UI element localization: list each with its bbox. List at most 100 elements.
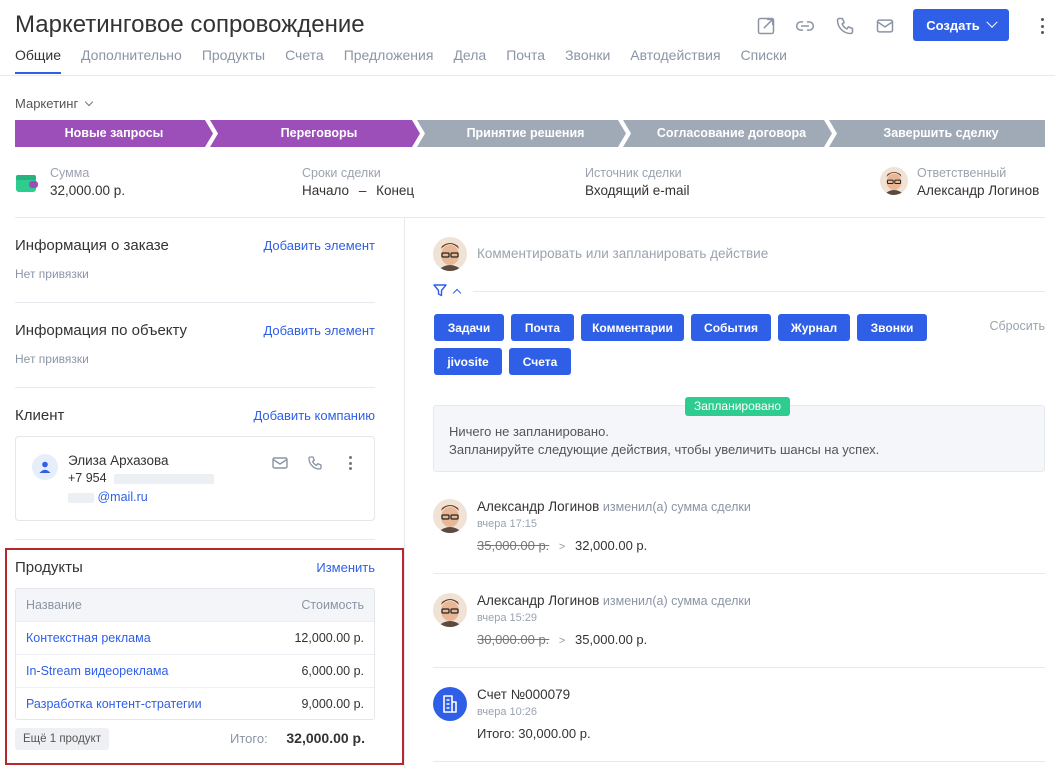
- info-divider: [15, 217, 1045, 218]
- chevron-up-icon[interactable]: [452, 288, 462, 298]
- tab-automation[interactable]: Автодействия: [630, 47, 720, 74]
- filter-events-button[interactable]: События: [691, 314, 771, 341]
- section-divider: [15, 302, 375, 303]
- client-phone-text: +7 954: [68, 471, 107, 485]
- mail-icon[interactable]: [873, 14, 897, 38]
- scheduled-line-2: Запланируйте следующие действия, чтобы у…: [449, 442, 880, 457]
- client-phone[interactable]: +7 954: [68, 471, 215, 485]
- client-name[interactable]: Элиза Архазова: [68, 453, 169, 468]
- invoice-time: вчера 10:26: [477, 706, 538, 718]
- filter-journal-button[interactable]: Журнал: [778, 314, 850, 341]
- page-title: Маркетинговое сопровождение: [15, 11, 365, 38]
- sum-label: Сумма: [50, 166, 90, 180]
- redacted-block: [68, 492, 94, 503]
- object-empty-text: Нет привязки: [15, 352, 89, 366]
- stage-contract[interactable]: Согласование договора: [631, 120, 832, 147]
- filter-mail-button[interactable]: Почта: [511, 314, 574, 341]
- event-time: вчера 17:15: [477, 518, 538, 530]
- event-old-value: 35,000.00 р.: [477, 538, 550, 553]
- event-old-value: 30,000.00 р.: [477, 632, 550, 647]
- link-icon[interactable]: [793, 14, 817, 38]
- tab-invoices[interactable]: Счета: [285, 47, 324, 74]
- product-price: 6,000.00 р.: [301, 664, 364, 678]
- order-add-element-link[interactable]: Добавить элемент: [263, 238, 375, 253]
- scheduled-message: Ничего не запланировано. Запланируйте сл…: [449, 423, 879, 459]
- sum-value[interactable]: 32,000.00 р.: [50, 183, 125, 198]
- client-card: Элиза Архазова +7 954 @mail.ru: [15, 436, 375, 521]
- filter-calls-button[interactable]: Звонки: [857, 314, 927, 341]
- mail-icon[interactable]: [272, 456, 288, 473]
- external-link-icon[interactable]: [754, 14, 778, 38]
- reset-filters-link[interactable]: Сбросить: [989, 319, 1045, 333]
- table-row: Контекстная реклама 12,000.00 р.: [16, 621, 374, 654]
- object-info-title: Информация по объекту: [15, 322, 188, 339]
- col-name-header: Название: [26, 598, 82, 612]
- chevron-down-icon: [84, 97, 94, 106]
- timeline-divider: [433, 667, 1045, 668]
- tab-calls[interactable]: Звонки: [565, 47, 610, 74]
- stage-new-requests[interactable]: Новые запросы: [15, 120, 213, 147]
- event-new-value: 32,000.00 р.: [574, 538, 648, 553]
- timeline-event: Александр Логинов изменил(а) сумма сделк…: [477, 593, 751, 608]
- products-title: Продукты: [15, 559, 83, 576]
- tab-tasks[interactable]: Дела: [453, 47, 486, 74]
- owner-value[interactable]: Александр Логинов: [917, 183, 1039, 198]
- filter-invoices-button[interactable]: Счета: [509, 348, 571, 375]
- product-name[interactable]: Разработка контент-стратегии: [26, 697, 202, 711]
- total-value: 32,000.00 р.: [286, 730, 365, 746]
- phone-icon[interactable]: [833, 14, 857, 38]
- terms-value[interactable]: Начало – Конец: [302, 183, 414, 198]
- owner-avatar[interactable]: [880, 167, 908, 195]
- section-divider: [15, 387, 375, 388]
- owner-label: Ответственный: [917, 166, 1007, 180]
- event-change: 35,000.00 р. > 32,000.00 р.: [477, 538, 647, 553]
- filter-tasks-button[interactable]: Задачи: [434, 314, 504, 341]
- filter-divider: [473, 291, 1045, 292]
- create-button[interactable]: Создать: [913, 9, 1009, 41]
- more-vertical-icon[interactable]: [348, 456, 352, 470]
- stage-close[interactable]: Завершить сделку: [837, 120, 1045, 147]
- user-avatar: [433, 237, 467, 271]
- terms-separator: –: [358, 183, 367, 198]
- object-add-element-link[interactable]: Добавить элемент: [263, 323, 375, 338]
- filter-jivosite-button[interactable]: jivosite: [434, 348, 502, 375]
- filter-comments-button[interactable]: Комментарии: [581, 314, 684, 341]
- invoice-title[interactable]: Счет №000079: [477, 687, 570, 702]
- product-name[interactable]: In-Stream видеореклама: [26, 664, 168, 678]
- product-name[interactable]: Контекстная реклама: [26, 631, 151, 645]
- terms-start[interactable]: Начало: [302, 183, 349, 198]
- filter-icon[interactable]: [433, 284, 447, 300]
- event-author[interactable]: Александр Логинов: [477, 593, 599, 608]
- tab-mail[interactable]: Почта: [506, 47, 545, 74]
- tab-offers[interactable]: Предложения: [344, 47, 434, 74]
- more-products-chip[interactable]: Ещё 1 продукт: [15, 728, 109, 750]
- stage-decision[interactable]: Принятие решения: [425, 120, 626, 147]
- add-company-link[interactable]: Добавить компанию: [253, 408, 375, 423]
- terms-end[interactable]: Конец: [376, 183, 414, 198]
- arrow-right-icon: >: [558, 541, 566, 553]
- table-row: In-Stream видеореклама 6,000.00 р.: [16, 654, 374, 687]
- invoice-icon: [433, 687, 467, 721]
- phone-icon[interactable]: [307, 455, 323, 474]
- source-value[interactable]: Входящий e-mail: [585, 183, 690, 198]
- client-title: Клиент: [15, 407, 65, 424]
- tab-general[interactable]: Общие: [15, 47, 62, 74]
- table-header: Название Стоимость: [16, 589, 374, 621]
- column-divider: [404, 218, 405, 768]
- stage-negotiation[interactable]: Переговоры: [218, 120, 420, 147]
- products-edit-link[interactable]: Изменить: [316, 560, 375, 575]
- comment-input[interactable]: Комментировать или запланировать действи…: [477, 246, 768, 261]
- scheduled-badge: Запланировано: [685, 397, 790, 416]
- user-icon: [32, 454, 58, 480]
- terms-label: Сроки сделки: [302, 166, 381, 180]
- pipeline-select[interactable]: Маркетинг: [15, 96, 94, 111]
- source-label: Источник сделки: [585, 166, 682, 180]
- tab-lists[interactable]: Списки: [741, 47, 787, 74]
- client-email[interactable]: @mail.ru: [68, 490, 148, 504]
- wallet-icon: [15, 172, 39, 197]
- tab-products[interactable]: Продукты: [202, 47, 265, 74]
- event-action: изменил(а) сумма сделки: [602, 594, 751, 608]
- tab-additional[interactable]: Дополнительно: [81, 47, 182, 74]
- event-author[interactable]: Александр Логинов: [477, 499, 599, 514]
- more-vertical-icon[interactable]: [1038, 16, 1046, 36]
